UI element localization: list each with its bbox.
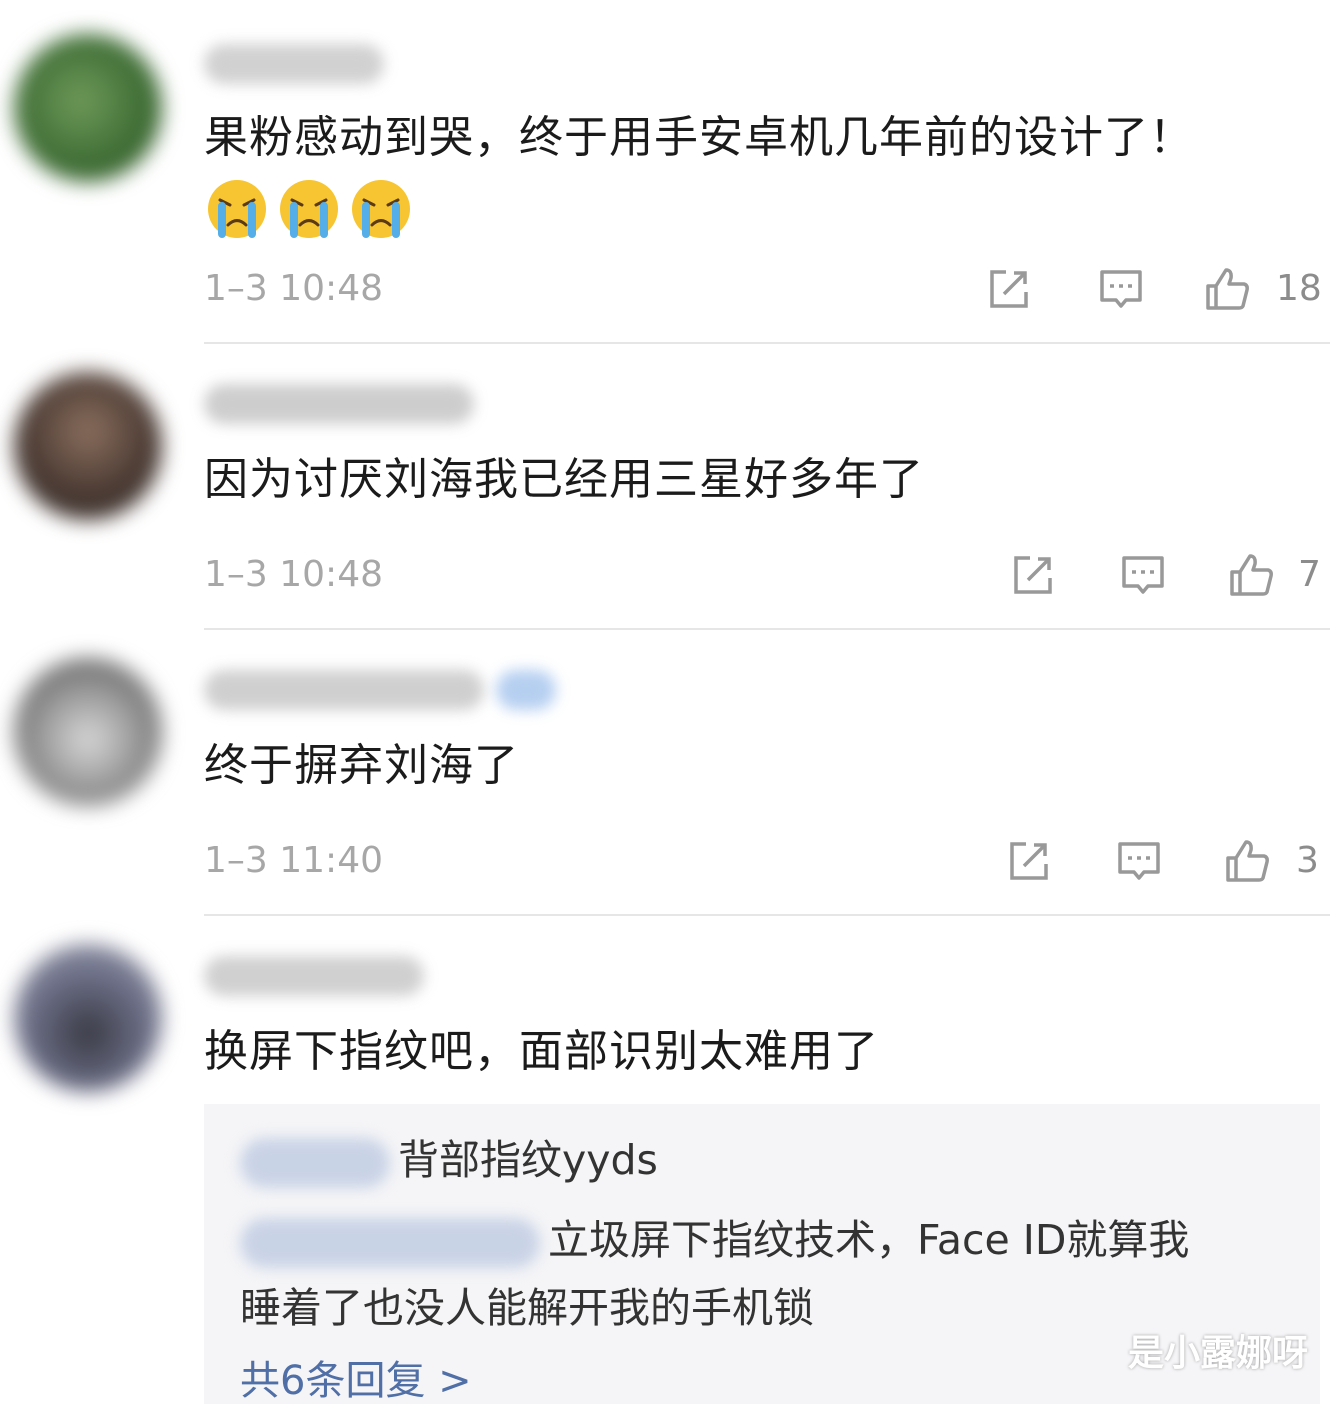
avatar[interactable] <box>14 34 162 182</box>
reply-username-blurred[interactable] <box>240 1138 390 1188</box>
reply-text: 立圾屏下指纹技术，Face ID就算我 <box>548 1216 1190 1264</box>
reply-item[interactable]: 背部指纹yyds <box>240 1124 1290 1196</box>
crying-face-emoji <box>208 180 266 238</box>
share-icon <box>1014 556 1052 594</box>
reply-username-blurred[interactable] <box>240 1218 540 1268</box>
comment-icon <box>1118 842 1160 880</box>
comment-text: 因为讨厌刘海我已经用三星好多年了 <box>204 454 924 505</box>
thumbs-up-icon <box>1206 268 1249 310</box>
divider <box>204 342 1330 344</box>
like-count: 7 <box>1298 554 1321 595</box>
watermark: 是小露娜呀 <box>1127 1333 1308 1374</box>
like-button[interactable] <box>1224 838 1270 884</box>
comment-text: 终于摒弃刘海了 <box>204 740 519 791</box>
thumbs-up-icon <box>1226 840 1269 882</box>
share-button[interactable] <box>1010 552 1056 598</box>
crying-face-emoji <box>352 180 410 238</box>
reply-button[interactable] <box>1116 838 1162 884</box>
comment-text: 果粉感动到哭，终于用手安卓机几年前的设计了！ <box>204 112 1194 163</box>
comment-icon <box>1100 270 1142 308</box>
username-blurred[interactable] <box>204 670 484 710</box>
share-icon <box>1010 842 1048 880</box>
crying-face-emoji <box>280 180 338 238</box>
comment-time: 1–3 10:48 <box>204 268 383 309</box>
like-button[interactable] <box>1204 266 1250 312</box>
comment-text: 换屏下指纹吧，面部识别太难用了 <box>204 1026 879 1077</box>
reply-button[interactable] <box>1098 266 1144 312</box>
comment-time: 1–3 10:48 <box>204 554 383 595</box>
avatar[interactable] <box>14 944 162 1092</box>
reply-text: 背部指纹yyds <box>398 1136 658 1184</box>
thumbs-up-icon <box>1230 554 1273 596</box>
like-button[interactable] <box>1228 552 1274 598</box>
more-replies-link[interactable]: 共6条回复 > <box>240 1349 472 1413</box>
like-count: 18 <box>1276 268 1322 309</box>
comment-meta: 1–3 11:40 3 <box>204 836 1319 886</box>
username-blurred[interactable] <box>204 44 384 84</box>
like-count: 3 <box>1296 840 1319 881</box>
share-icon <box>990 270 1028 308</box>
avatar[interactable] <box>14 372 162 520</box>
comment-meta: 1–3 10:48 7 <box>204 550 1321 600</box>
comment-icon <box>1122 556 1164 594</box>
divider <box>204 914 1330 916</box>
comment-meta: 1–3 10:48 18 <box>204 264 1322 314</box>
username-blurred[interactable] <box>204 384 474 424</box>
username-blurred[interactable] <box>204 956 424 996</box>
comment-time: 1–3 11:40 <box>204 840 383 881</box>
reply-button[interactable] <box>1120 552 1166 598</box>
user-badge-blurred <box>496 670 556 710</box>
reply-item[interactable]: 立圾屏下指纹技术，Face ID就算我 <box>240 1204 1290 1276</box>
share-button[interactable] <box>986 266 1032 312</box>
share-button[interactable] <box>1006 838 1052 884</box>
emoji-row <box>206 178 412 240</box>
divider <box>204 628 1330 630</box>
avatar[interactable] <box>14 658 162 806</box>
